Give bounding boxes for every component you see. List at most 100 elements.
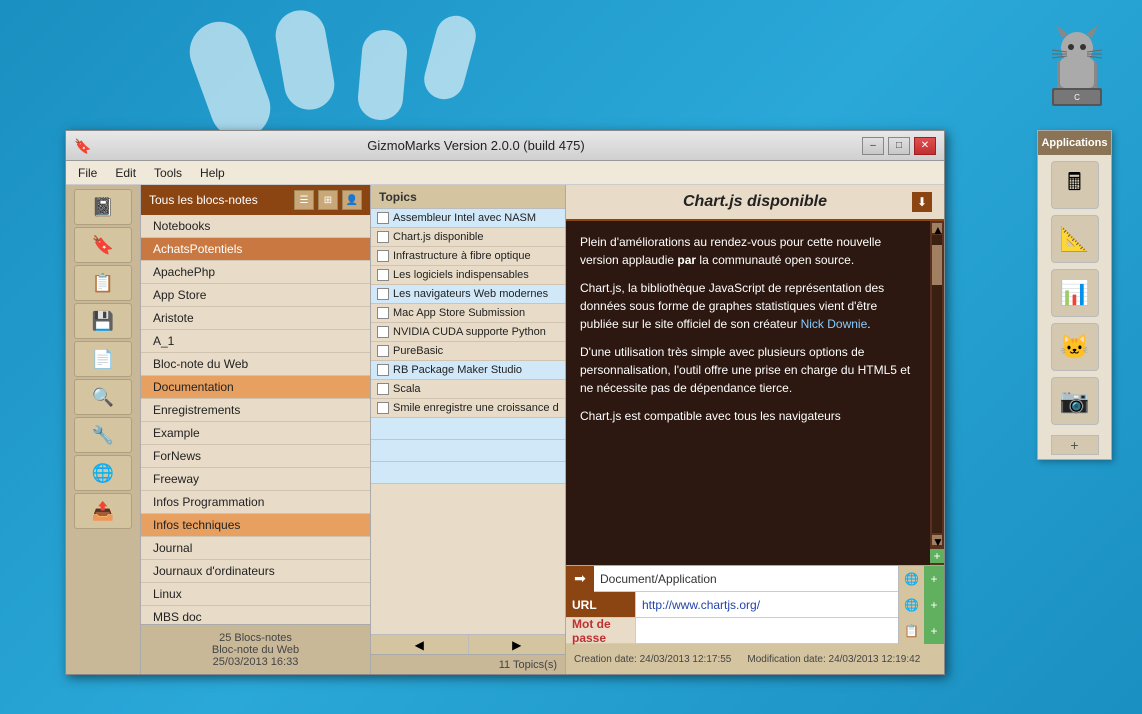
topic-item-fibre[interactable]: Infrastructure à fibre optique [371, 247, 565, 266]
note-list-icon-btn-profile[interactable]: 👤 [342, 190, 362, 210]
document-field-row: ➡ 🌐 + [566, 566, 944, 592]
document-field-globe-btn[interactable]: 🌐 [898, 566, 924, 592]
menu-bar: File Edit Tools Help [66, 161, 944, 185]
topic-checkbox-scala[interactable] [377, 383, 389, 395]
password-field-input[interactable] [636, 618, 898, 643]
topic-item-macappstore[interactable]: Mac App Store Submission [371, 304, 565, 323]
password-label: Mot de passe [566, 618, 636, 643]
sidebar-icon-export[interactable]: 📤 [74, 493, 132, 529]
topic-label-nvidia: NVIDIA CUDA supporte Python [393, 326, 546, 338]
content-para-4: Chart.js est compatible avec tous les na… [580, 407, 916, 425]
note-item-infostech[interactable]: Infos techniques [141, 514, 370, 537]
topic-item-chartjs[interactable]: Chart.js disponible [371, 228, 565, 247]
note-item-a1[interactable]: A_1 [141, 330, 370, 353]
topics-list[interactable]: Assembleur Intel avec NASM Chart.js disp… [371, 209, 565, 634]
app-icon-animal[interactable]: 🐱 [1051, 323, 1099, 371]
topics-panel: Topics Assembleur Intel avec NASM Chart.… [371, 185, 566, 674]
note-item-journal[interactable]: Journal [141, 537, 370, 560]
note-item-freeway[interactable]: Freeway [141, 468, 370, 491]
topic-label-navigateurs: Les navigateurs Web modernes [393, 288, 548, 300]
note-item-fornews[interactable]: ForNews [141, 445, 370, 468]
topic-item-logiciels[interactable]: Les logiciels indispensables [371, 266, 565, 285]
topic-item-scala[interactable]: Scala [371, 380, 565, 399]
note-item-achatspotentiels[interactable]: AchatsPotentiels [141, 238, 370, 261]
note-item-infosprog[interactable]: Infos Programmation [141, 491, 370, 514]
topic-checkbox-purebasic[interactable] [377, 345, 389, 357]
nick-downie-link[interactable]: Nick Downie [801, 317, 868, 331]
password-add-btn[interactable]: + [924, 618, 944, 644]
maximize-button[interactable]: □ [888, 137, 910, 155]
note-list-title: Tous les blocs-notes [149, 193, 258, 207]
sidebar-icon-notebooks[interactable]: 📓 [74, 189, 132, 225]
topic-item-assembleur[interactable]: Assembleur Intel avec NASM [371, 209, 565, 228]
window-controls: – □ ✕ [862, 137, 936, 155]
note-item-journaux[interactable]: Journaux d'ordinateurs [141, 560, 370, 583]
url-field-add-btn[interactable]: + [924, 592, 944, 618]
sidebar-icon-clipboard[interactable]: 📋 [74, 265, 132, 301]
main-content: 📓 🔖 📋 💾 📄 🔍 🔧 🌐 📤 Tous les blocs-notes ☰… [66, 185, 944, 674]
topic-checkbox-nvidia[interactable] [377, 326, 389, 338]
sidebar-icon-document[interactable]: 📄 [74, 341, 132, 377]
note-item-example[interactable]: Example [141, 422, 370, 445]
url-field-globe-btn[interactable]: 🌐 [898, 592, 924, 618]
note-item-mbsdoc[interactable]: MBS doc [141, 606, 370, 624]
sidebar-icon-bookmarks[interactable]: 🔖 [74, 227, 132, 263]
topic-checkbox-smile[interactable] [377, 402, 389, 414]
url-field-input[interactable] [636, 592, 898, 617]
scroll-down-btn[interactable]: ▼ [932, 535, 942, 545]
menu-file[interactable]: File [70, 164, 105, 182]
app-icon-chart[interactable]: 📊 [1051, 269, 1099, 317]
topics-nav-prev[interactable]: ◀ [371, 635, 469, 654]
topic-checkbox-navigateurs[interactable] [377, 288, 389, 300]
note-item-linux[interactable]: Linux [141, 583, 370, 606]
title-bar: 🔖 GizmoMarks Version 2.0.0 (build 475) –… [66, 131, 944, 161]
apps-add-button[interactable]: + [1051, 435, 1099, 455]
cat-icon: C [1042, 20, 1112, 110]
content-footer: Creation date: 24/03/2013 12:17:55 Modif… [566, 644, 944, 674]
topic-item-rbpackage[interactable]: RB Package Maker Studio [371, 361, 565, 380]
app-icon-document[interactable]: 📐 [1051, 215, 1099, 263]
topic-checkbox-fibre[interactable] [377, 250, 389, 262]
sidebar-icon-web[interactable]: 🌐 [74, 455, 132, 491]
topic-item-purebasic[interactable]: PureBasic [371, 342, 565, 361]
content-scroll-btn[interactable]: ⬇ [912, 192, 932, 212]
topic-checkbox-assembleur[interactable] [377, 212, 389, 224]
document-field-input[interactable] [594, 566, 898, 591]
minimize-button[interactable]: – [862, 137, 884, 155]
topic-item-nvidia[interactable]: NVIDIA CUDA supporte Python [371, 323, 565, 342]
topic-item-smile[interactable]: Smile enregistre une croissance d [371, 399, 565, 418]
document-field-add-btn[interactable]: + [924, 566, 944, 592]
note-item-app-store[interactable]: App Store [141, 284, 370, 307]
content-right-scrollbar[interactable]: ▲ ▼ + [930, 221, 944, 565]
sidebar-icon-settings[interactable]: 🔧 [74, 417, 132, 453]
close-button[interactable]: ✕ [914, 137, 936, 155]
scroll-thumb[interactable] [932, 245, 942, 285]
topic-checkbox-logiciels[interactable] [377, 269, 389, 281]
topic-checkbox-macappstore[interactable] [377, 307, 389, 319]
note-item-blocnoteweb[interactable]: Bloc-note du Web [141, 353, 370, 376]
note-item-documentation[interactable]: Documentation [141, 376, 370, 399]
content-add-btn[interactable]: + [930, 549, 944, 563]
note-list-header: Tous les blocs-notes ☰ ⊞ 👤 [141, 185, 370, 215]
menu-help[interactable]: Help [192, 164, 233, 182]
password-copy-btn[interactable]: 📋 [898, 618, 924, 644]
app-icon-camera[interactable]: 📷 [1051, 377, 1099, 425]
note-item-notebooks[interactable]: Notebooks [141, 215, 370, 238]
note-item-enregistrements[interactable]: Enregistrements [141, 399, 370, 422]
app-icon-calculator[interactable]: 🖩 [1051, 161, 1099, 209]
note-list-icon-btn-2[interactable]: ⊞ [318, 190, 338, 210]
note-list-icon-btn-1[interactable]: ☰ [294, 190, 314, 210]
menu-tools[interactable]: Tools [146, 164, 190, 182]
note-list-items[interactable]: Notebooks AchatsPotentiels ApachePhp App… [141, 215, 370, 624]
sidebar-icon-search[interactable]: 🔍 [74, 379, 132, 415]
scroll-up-btn[interactable]: ▲ [932, 223, 942, 233]
topic-checkbox-rbpackage[interactable] [377, 364, 389, 376]
sidebar-icon-save[interactable]: 💾 [74, 303, 132, 339]
topic-item-empty-3 [371, 462, 565, 484]
note-item-aristote[interactable]: Aristote [141, 307, 370, 330]
menu-edit[interactable]: Edit [107, 164, 144, 182]
topics-nav-next[interactable]: ▶ [469, 635, 566, 654]
note-item-apachephp[interactable]: ApachePhp [141, 261, 370, 284]
topic-item-navigateurs[interactable]: Les navigateurs Web modernes [371, 285, 565, 304]
topic-checkbox-chartjs[interactable] [377, 231, 389, 243]
